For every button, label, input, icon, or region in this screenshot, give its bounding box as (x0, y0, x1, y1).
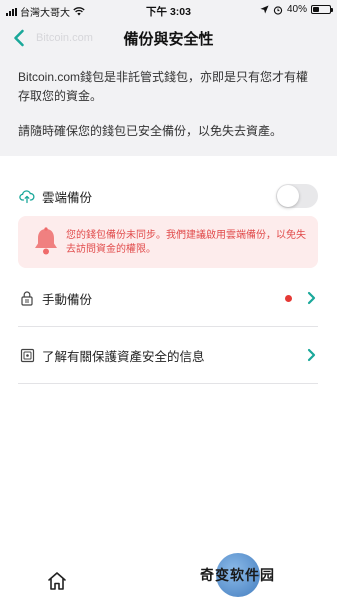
watermark-logo: 奇变软件园 (200, 553, 310, 597)
cloud-backup-label: 雲端備份 (42, 190, 93, 205)
safe-icon (18, 346, 36, 364)
backup-warning-alert: 您的錢包備份未同步。我們建議啟用雲端備份，以免失去訪問資金的權限。 (18, 216, 318, 268)
divider (18, 326, 318, 327)
alarm-icon (273, 5, 283, 15)
bell-icon (35, 227, 57, 255)
intro-paragraph-custody: Bitcoin.com錢包是非託管式錢包，亦即是只有您才有權存取您的資金。 (18, 70, 309, 103)
warning-dot (285, 294, 292, 302)
cloud-backup-row: 雲端備份 (18, 182, 318, 210)
manual-backup-row[interactable]: 手動備份 (18, 286, 318, 310)
cloud-backup-toggle[interactable] (276, 184, 318, 208)
chevron-right-icon[interactable] (304, 348, 318, 362)
manual-backup-label: 手動備份 (42, 292, 93, 307)
battery-percent: 40% (286, 4, 307, 15)
intro-paragraph-backup: 請隨時確保您的錢包已安全備份，以免失去資產。 (18, 124, 283, 138)
divider (18, 383, 318, 384)
battery-level (313, 7, 320, 12)
home-button[interactable] (46, 570, 68, 592)
page-title: 備份與安全性 (123, 31, 214, 48)
cloud-upload-icon (18, 187, 36, 205)
learn-security-label: 了解有關保護資產安全的信息 (42, 349, 205, 364)
home-icon (48, 572, 66, 590)
location-arrow-icon (260, 5, 269, 14)
chevron-right-icon[interactable] (304, 291, 318, 305)
status-bar: 台灣大哥大 下午 3:03 40% (0, 0, 337, 20)
battery-icon (311, 5, 333, 14)
alert-message: 您的錢包備份未同步。我們建議啟用雲端備份，以免失去訪問資金的權限。 (66, 230, 306, 255)
intro-section: Bitcoin.com錢包是非託管式錢包，亦即是只有您才有權存取您的資金。 請隨… (0, 58, 337, 156)
lock-icon (18, 289, 36, 307)
toggle-knob (277, 185, 299, 207)
watermark-text: 奇变软件园 (200, 567, 275, 583)
learn-security-row[interactable]: 了解有關保護資產安全的信息 (18, 343, 318, 367)
status-right: 40% (260, 4, 333, 15)
header: Bitcoin.com 備份與安全性 (0, 20, 337, 58)
